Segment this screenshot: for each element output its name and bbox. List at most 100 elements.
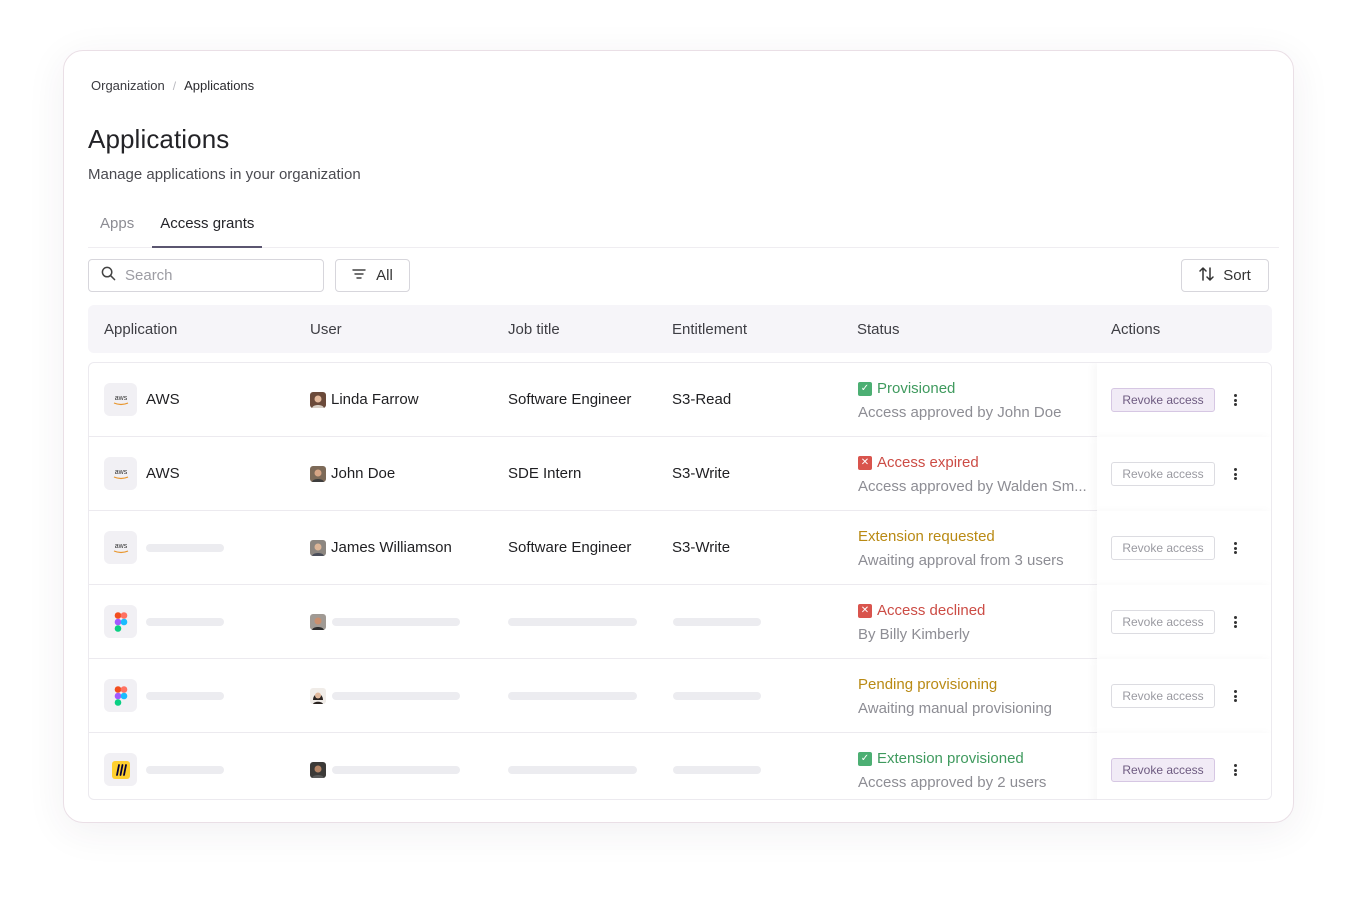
user-avatar (310, 614, 326, 630)
table-row[interactable]: aws AWS John Doe SDE Intern S3-Write ✕ A… (89, 437, 1271, 511)
more-options-icon[interactable] (1229, 392, 1241, 408)
entitlement: S3-Read (672, 391, 732, 408)
more-options-icon[interactable] (1229, 762, 1241, 778)
more-options-icon[interactable] (1229, 540, 1241, 556)
more-options-icon[interactable] (1229, 614, 1241, 630)
status-extension-requested: Extension requested (858, 528, 995, 545)
table-header: Application User Job title Entitlement S… (88, 305, 1272, 353)
entitlement-placeholder (673, 766, 761, 774)
svg-text:aws: aws (114, 395, 127, 402)
breadcrumb: Organization / Applications (91, 78, 254, 93)
search-box[interactable] (88, 259, 324, 292)
more-options-icon[interactable] (1229, 688, 1241, 704)
status-label: Pending provisioning (858, 676, 998, 693)
page-subtitle: Manage applications in your organization (88, 166, 361, 183)
sort-button[interactable]: Sort (1181, 259, 1269, 292)
search-input[interactable] (125, 267, 305, 284)
status-label: Access expired (877, 454, 979, 471)
revoke-access-button[interactable]: Revoke access (1111, 758, 1215, 782)
check-icon: ✓ (858, 751, 872, 766)
status-label: Provisioned (877, 380, 956, 397)
column-actions: Actions (1111, 321, 1161, 338)
status-detail: Awaiting approval from 3 users (858, 552, 1064, 569)
applications-card: Organization / Applications Applications… (63, 50, 1294, 823)
user-name: James Williamson (331, 539, 452, 556)
column-job-title[interactable]: Job title (508, 321, 560, 338)
user-avatar (310, 762, 326, 778)
user-name: Linda Farrow (331, 391, 419, 408)
app-name-placeholder (146, 692, 224, 700)
miro-logo-icon (104, 753, 137, 786)
revoke-access-button[interactable]: Revoke access (1111, 536, 1215, 560)
job-title-placeholder (508, 766, 637, 774)
table-row[interactable]: aws James Williamson Software Engineer S… (89, 511, 1271, 585)
status-provisioned: ✓ Provisioned (858, 380, 955, 397)
column-application[interactable]: Application (104, 321, 177, 338)
job-title-placeholder (508, 618, 637, 626)
breadcrumb-organization[interactable]: Organization (91, 78, 165, 93)
x-icon: ✕ (858, 603, 872, 618)
user-avatar (310, 466, 326, 482)
revoke-access-button[interactable]: Revoke access (1111, 388, 1215, 412)
app-name: AWS (146, 465, 180, 482)
aws-logo-icon: aws (104, 531, 137, 564)
svg-text:aws: aws (114, 543, 127, 550)
table-row[interactable]: ✓ Extension provisioned Access approved … (89, 733, 1271, 799)
breadcrumb-applications: Applications (184, 78, 255, 93)
entitlement-placeholder (673, 692, 761, 700)
tab-access-grants[interactable]: Access grants (152, 206, 263, 248)
user-avatar (310, 688, 326, 704)
tab-bar: Apps Access grants (88, 206, 1279, 248)
revoke-access-button[interactable]: Revoke access (1111, 462, 1215, 486)
check-icon: ✓ (858, 381, 872, 396)
status-detail: Access approved by 2 users (858, 774, 1047, 791)
column-user[interactable]: User (310, 321, 342, 338)
status-label: Access declined (877, 602, 986, 619)
app-name-placeholder (146, 618, 224, 626)
user-name-placeholder (332, 692, 460, 700)
status-detail: Access approved by Walden Sm... (858, 478, 1087, 495)
revoke-access-button[interactable]: Revoke access (1111, 684, 1215, 708)
access-grants-table: aws AWS Linda Farrow Software Engineer S… (88, 362, 1272, 800)
figma-logo-icon (104, 605, 137, 638)
filter-icon (352, 267, 366, 284)
more-options-icon[interactable] (1229, 466, 1241, 482)
column-status[interactable]: Status (857, 321, 900, 338)
user-avatar (310, 392, 326, 408)
user-name: John Doe (331, 465, 396, 482)
aws-logo-icon: aws (104, 383, 137, 416)
status-label: Extension provisioned (877, 750, 1024, 767)
status-access-declined: ✕ Access declined (858, 602, 985, 619)
filter-button[interactable]: All (335, 259, 410, 292)
breadcrumb-separator: / (172, 78, 177, 93)
aws-logo-icon: aws (104, 457, 137, 490)
table-row[interactable]: Pending provisioning Awaiting manual pro… (89, 659, 1271, 733)
status-pending-provisioning: Pending provisioning (858, 676, 997, 693)
sort-arrows-icon (1199, 266, 1214, 285)
status-detail: By Billy Kimberly (858, 626, 970, 643)
table-row[interactable]: aws AWS Linda Farrow Software Engineer S… (89, 363, 1271, 437)
status-label: Extension requested (858, 528, 995, 545)
app-name: AWS (146, 391, 180, 408)
user-name-placeholder (332, 618, 460, 626)
user-avatar (310, 540, 326, 556)
job-title: Software Engineer (508, 539, 632, 556)
column-entitlement[interactable]: Entitlement (672, 321, 747, 338)
revoke-access-button[interactable]: Revoke access (1111, 610, 1215, 634)
status-detail: Access approved by John Doe (858, 404, 1062, 421)
user-name-placeholder (332, 766, 460, 774)
job-title: SDE Intern (508, 465, 582, 482)
entitlement: S3-Write (672, 465, 731, 482)
sort-label: Sort (1223, 267, 1251, 284)
app-name-placeholder (146, 544, 224, 552)
status-extension-provisioned: ✓ Extension provisioned (858, 750, 1024, 767)
table-row[interactable]: ✕ Access declined By Billy Kimberly Revo… (89, 585, 1271, 659)
app-name-placeholder (146, 766, 224, 774)
toolbar: All Sort (88, 259, 1269, 293)
status-access-expired: ✕ Access expired (858, 454, 979, 471)
status-detail: Awaiting manual provisioning (858, 700, 1053, 717)
tab-apps[interactable]: Apps (88, 206, 146, 248)
job-title: Software Engineer (508, 391, 632, 408)
filter-label: All (376, 267, 393, 284)
page-title: Applications (88, 124, 230, 154)
